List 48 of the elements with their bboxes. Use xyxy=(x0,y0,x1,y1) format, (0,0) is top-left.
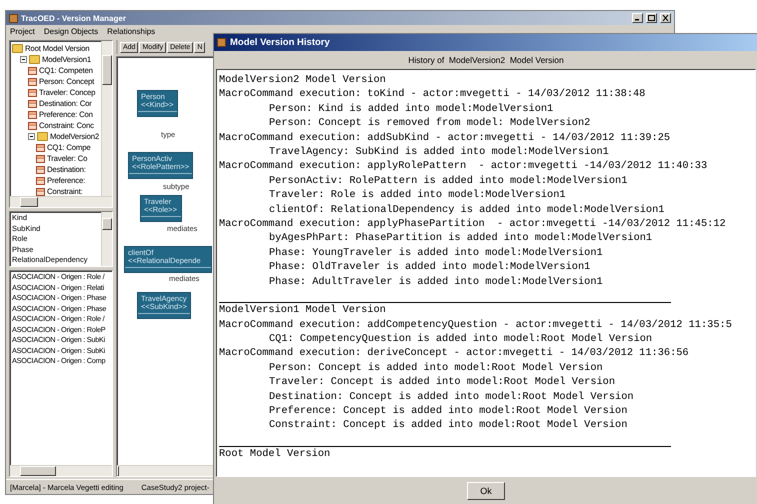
minimize-button[interactable] xyxy=(632,13,643,23)
maximize-button[interactable] xyxy=(646,13,657,23)
folder-icon xyxy=(12,44,23,53)
version-heading: Root Model Version xyxy=(219,446,330,462)
maximize-icon xyxy=(648,15,655,21)
folder-icon xyxy=(37,132,48,141)
history-heading: History of ModelVersion2 Model Version xyxy=(408,55,564,65)
menu-item[interactable]: Project xyxy=(10,27,35,36)
tree-expander[interactable] xyxy=(28,133,35,140)
change-line: clientOf: RelationalDependency is added into model:ModelVersion1 xyxy=(268,202,664,218)
horizontal-scrollbar[interactable] xyxy=(10,196,112,207)
close-icon xyxy=(662,15,669,21)
app-icon xyxy=(217,38,226,47)
vertical-scrollbar[interactable] xyxy=(101,41,112,197)
command-line: MacroCommand execution: deriveConcept - actor:mvegetti - 14/03/2012 11:36:56 xyxy=(219,346,689,361)
ok-button[interactable]: Ok xyxy=(467,482,505,500)
version-heading: ModelVersion1 Model Version xyxy=(219,303,386,318)
tree-expander[interactable] xyxy=(20,56,27,63)
dialog-title: Model Version History xyxy=(230,37,330,48)
menu-item[interactable]: Design Objects xyxy=(44,27,98,36)
command-line: MacroCommand execution: addCompetencyQuestion - actor:mvegetti - 14/03/2012 11:35:5 xyxy=(219,318,732,332)
change-line: TravelAgency: SubKind is added into model:ModelVersion1 xyxy=(268,145,609,160)
vertical-scrollbar[interactable] xyxy=(101,212,112,266)
version-heading: ModelVersion2 Model Version xyxy=(219,73,386,88)
app-icon xyxy=(9,14,18,22)
change-line: Phase: AdultTraveler is added into model:ModelVersion1 xyxy=(268,274,603,290)
change-line: Constraint: Concept is added into model:Root Model Version xyxy=(268,418,628,433)
window-title: TracOED - Version Manager xyxy=(21,14,126,22)
command-line: MacroCommand execution: applyRolePattern - actor:mvegetti -14/03/2012 11:40:33 xyxy=(219,159,708,174)
change-line: Preference: Concept is added into model:Root Model Version xyxy=(268,404,628,418)
folder-icon xyxy=(29,55,40,64)
command-line: MacroCommand execution: applyPhasePartition - actor:mvegetti -14/03/2012 11:45:12 xyxy=(219,217,726,232)
change-line: Traveler: Role is added into model:ModelVersion1 xyxy=(268,188,566,203)
change-line: Person: Concept is added into model:Root Model Version xyxy=(268,360,603,376)
change-line: byAgesPhPart: PhasePartition is added into model:ModelVersion1 xyxy=(268,231,652,246)
menu-item[interactable]: Relationships xyxy=(107,27,156,36)
change-line: PersonActiv: RolePattern is added into model:ModelVersion1 xyxy=(268,174,628,188)
change-line: Person: Kind is added into model:ModelVersion1 xyxy=(268,102,554,116)
command-line: MacroCommand execution: addSubKind - actor:mvegetti - 14/03/2012 11:39:25 xyxy=(219,130,670,146)
change-line: Person: Concept is removed from model: ModelVersion2 xyxy=(268,116,590,131)
change-line: Phase: OldTraveler is added into model:ModelVersion1 xyxy=(268,260,590,275)
change-line: Destination: Concept is added into model:Root Model Version xyxy=(268,390,634,404)
command-line: MacroCommand execution: toKind - actor:mvegetti - 14/03/2012 11:38:48 xyxy=(219,87,646,102)
change-line: Traveler: Concept is added into model:Root Model Version xyxy=(268,375,616,390)
horizontal-scrollbar[interactable] xyxy=(10,465,112,476)
close-button[interactable] xyxy=(660,13,671,23)
change-line: CQ1: CompetencyQuestion is added into model:Root Model Version xyxy=(268,332,652,346)
change-line: Phase: YoungTraveler is added into model:ModelVersion1 xyxy=(268,246,603,260)
